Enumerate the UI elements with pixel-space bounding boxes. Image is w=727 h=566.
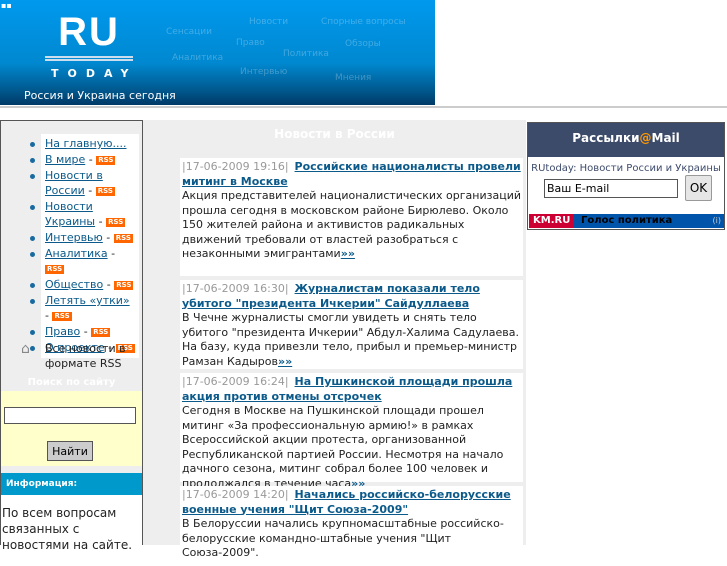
news-item: |17-06-2009 19:16| Российские националист…	[180, 158, 523, 276]
logo-subtext: TODAY	[51, 67, 138, 80]
nav-link[interactable]: В мире	[45, 153, 85, 166]
site-logo[interactable]: RU TODAY	[45, 12, 133, 80]
divider	[0, 106, 727, 108]
rss-icon[interactable]: RSS	[91, 327, 111, 337]
rss-icon[interactable]: RSS	[106, 217, 126, 227]
news-item: |17-06-2009 16:30| Журналистам показали т…	[180, 280, 523, 369]
tagline: Россия и Украина сегодня	[24, 89, 176, 102]
logo-text: RU	[58, 10, 120, 54]
nav-menu: На главную.... В мире - RSS Новости в Росс…	[30, 134, 139, 358]
cloud-link[interactable]: Новости	[249, 17, 288, 27]
search-box: Найти	[1, 391, 142, 466]
left-sidebar: На главную.... В мире - RSS Новости в Росс…	[0, 120, 143, 555]
nav-item: Интервью - RSS	[30, 230, 135, 245]
nav-item: Новости Украины - RSS	[30, 199, 135, 229]
nav-link[interactable]: Аналитика	[45, 247, 108, 260]
nav-link[interactable]: Летять «утки»	[45, 294, 130, 307]
mail-subscription: Рассылки@Mail RUtoday: Новости России и …	[527, 122, 725, 230]
search-title: Поиск по сайту	[27, 377, 116, 388]
km-logo: KM.RU	[529, 214, 573, 228]
nav-link[interactable]: Интервью	[45, 231, 103, 244]
cloud-link[interactable]: Интервью	[240, 67, 287, 77]
search-input[interactable]	[4, 407, 136, 424]
nav-link[interactable]: Право	[45, 325, 80, 338]
news-date: |17-06-2009 16:30|	[182, 282, 289, 295]
news-text: В Чечне журналисты смогли увидеть и снят…	[182, 311, 519, 368]
news-date: |17-06-2009 14:20|	[182, 488, 289, 501]
nav-item: Аналитика - RSS	[30, 246, 135, 276]
more-link[interactable]: »»	[341, 247, 355, 260]
cloud-link[interactable]: Сенсации	[166, 27, 212, 37]
dots-icon: ▪▪	[1, 1, 12, 10]
info-text: По всем вопросам связанных с новостями н…	[1, 495, 142, 555]
mail-title: Рассылки@Mail	[528, 123, 724, 157]
mail-title-b: Mail	[651, 131, 680, 145]
mail-title-a: Рассылки	[572, 131, 640, 145]
rss-icon[interactable]: RSS	[113, 233, 133, 243]
cloud-link[interactable]: Мнения	[335, 73, 371, 83]
search-button[interactable]: Найти	[47, 441, 93, 461]
nav-item: Новости в России - RSS	[30, 168, 135, 198]
email-input[interactable]	[544, 179, 678, 198]
nav-link[interactable]: Общество	[45, 278, 103, 291]
all-rss-link[interactable]: ⌂ Все новости в формате RSS	[21, 341, 141, 371]
nav-item: На главную....	[30, 136, 135, 151]
site-header: ▪▪ RU TODAY Сенсации Новости Спорные воп…	[0, 0, 435, 105]
news-item: |17-06-2009 16:24| На Пушкинской площади …	[180, 373, 523, 490]
home-rss-icon: ⌂	[21, 341, 30, 357]
rss-icon[interactable]: RSS	[95, 186, 115, 196]
nav-item: В мире - RSS	[30, 152, 135, 167]
nav-item: Летять «утки» - RSS	[30, 293, 135, 323]
mail-subtitle: RUtoday: Новости России и Украины	[531, 163, 721, 174]
rss-icon[interactable]: RSS	[45, 264, 65, 274]
nav-item: Общество - RSS	[30, 277, 135, 292]
rss-icon[interactable]: RSS	[114, 280, 134, 290]
nav-link[interactable]: Новости Украины	[45, 200, 95, 228]
cloud-link[interactable]: Политика	[283, 49, 329, 59]
cloud-link[interactable]: Спорные вопросы	[321, 17, 406, 27]
main-content: Новости в России |17-06-2009 19:16| Росси…	[143, 120, 526, 566]
news-item: |17-06-2009 14:20| Начались российско-бел…	[180, 486, 523, 566]
section-title: Новости в России	[274, 127, 395, 141]
km-banner[interactable]: KM.RU Голос политика (i)	[529, 214, 724, 228]
info-icon[interactable]: (i)	[713, 214, 721, 228]
all-rss-label: Все новости в формате RSS	[45, 342, 126, 370]
rss-icon[interactable]: RSS	[52, 311, 72, 321]
ok-button[interactable]: OK	[685, 175, 712, 201]
info-title: Информация:	[1, 473, 142, 495]
news-date: |17-06-2009 19:16|	[182, 160, 289, 173]
news-text: Сегодня в Москве на Пушкинской площади п…	[182, 404, 504, 490]
nav-link[interactable]: Новости в России	[45, 169, 103, 197]
news-date: |17-06-2009 16:24|	[182, 375, 289, 388]
mail-title-at: @	[639, 131, 652, 145]
nav-link[interactable]: На главную....	[45, 137, 127, 150]
cloud-link[interactable]: Право	[236, 38, 265, 48]
news-text: В Белоруссии начались крупномасштабные р…	[182, 517, 504, 559]
rss-icon[interactable]: RSS	[96, 155, 116, 165]
km-title: Голос политика	[581, 215, 673, 226]
cloud-link[interactable]: Обзоры	[345, 39, 381, 49]
more-link[interactable]: »»	[278, 355, 292, 368]
nav-item: Право - RSS	[30, 324, 135, 339]
logo-lines	[45, 56, 133, 61]
cloud-link[interactable]: Аналитика	[172, 53, 223, 63]
